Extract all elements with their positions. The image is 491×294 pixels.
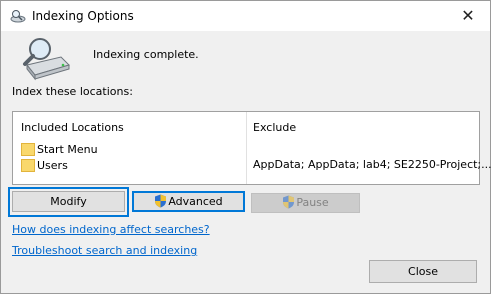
advanced-label: Advanced [168,195,223,208]
magnifier-drive-icon [23,38,70,81]
locations-table[interactable]: Included Locations Exclude Start Menu Us… [12,111,491,185]
uac-shield-icon [283,195,295,209]
uac-shield-icon [155,194,167,208]
status-message: Indexing complete. [93,48,199,61]
pause-label: Pause [296,196,329,209]
close-button[interactable]: Close [369,260,477,283]
exclude-value: AppData; AppData; lab4; SE2250-Project;.… [253,158,491,171]
modify-button[interactable]: Modify [12,191,125,212]
title-bar: Indexing Options ✕ [1,1,490,31]
indexing-options-window: Indexing Options ✕ Indexing complete. In… [0,0,491,294]
window-title: Indexing Options [32,9,134,23]
location-name: Users [37,158,68,172]
column-divider [246,112,247,184]
troubleshoot-link[interactable]: Troubleshoot search and indexing [12,244,197,257]
advanced-button[interactable]: Advanced [132,191,245,212]
folder-icon [21,158,35,172]
pause-button[interactable]: Pause [251,193,360,213]
table-row[interactable]: Start Menu [21,141,98,157]
how-indexing-link[interactable]: How does indexing affect searches? [12,223,210,236]
indexing-options-icon [10,10,26,23]
table-row[interactable]: Users [21,157,68,173]
column-header-included: Included Locations [21,121,124,134]
locations-section-label: Index these locations: [12,85,133,98]
folder-icon [21,142,35,156]
close-icon[interactable]: ✕ [446,1,490,31]
column-header-exclude: Exclude [253,121,297,134]
location-name: Start Menu [37,142,98,156]
